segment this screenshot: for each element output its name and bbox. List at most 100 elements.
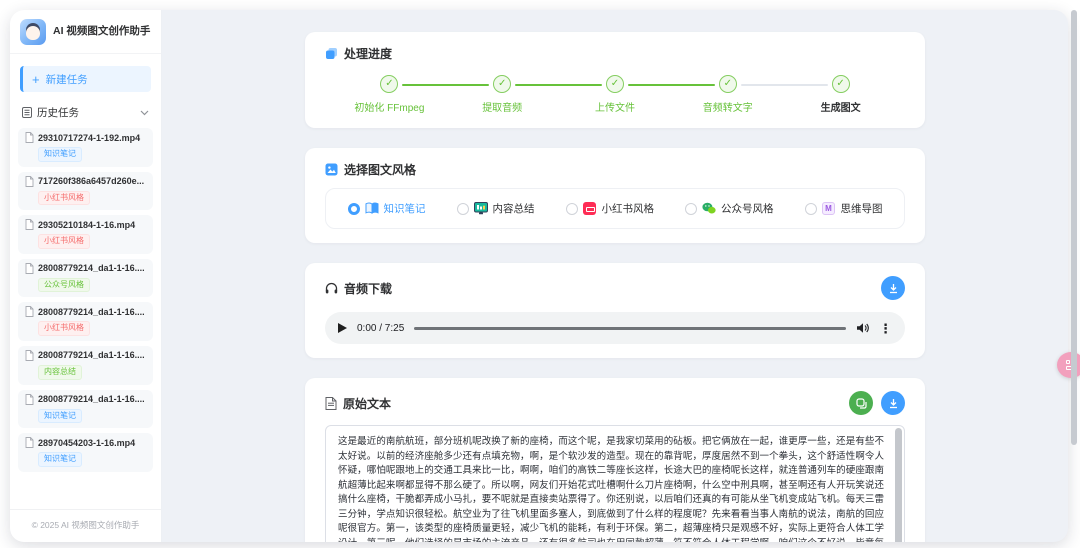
step-generate-content: ✓ 生成图文 [784,75,897,114]
image-icon [325,163,338,176]
xiaohongshu-icon [583,202,597,216]
file-icon [25,394,34,405]
main-area: 处理进度 ✓ 初始化 FFmpeg ✓ 提取音频 ✓ 上传文件 [162,10,1068,542]
task-tag: 小红书风格 [38,321,90,336]
step-check-icon: ✓ [380,75,398,93]
monitor-icon [474,202,488,216]
transcript-scrollbar[interactable] [895,428,902,542]
sidebar-footer: © 2025 AI 视频图文创作助手 [10,509,161,542]
copy-icon [856,398,867,409]
file-icon [25,263,34,274]
style-option-xiaohongshu[interactable]: 小红书风格 [566,201,655,216]
task-tag: 公众号风格 [38,278,90,293]
wechat-icon [702,202,716,216]
task-name: 28008779214_da1-1-16.... [38,394,145,404]
step-check-icon: ✓ [606,75,624,93]
task-name: 28008779214_da1-1-16.... [38,263,145,273]
step-upload-file: ✓ 上传文件 [559,75,672,114]
task-name: 717260f386a6457d260e... [38,176,144,186]
progress-card: 处理进度 ✓ 初始化 FFmpeg ✓ 提取音频 ✓ 上传文件 [305,32,925,128]
radio-unselected[interactable] [566,203,578,215]
step-check-icon: ✓ [493,75,511,93]
audio-time: 0:00 / 7:25 [357,323,404,334]
progress-stepper: ✓ 初始化 FFmpeg ✓ 提取音频 ✓ 上传文件 ✓ 音频转文字 [325,75,905,114]
audio-progress-track[interactable] [414,327,846,330]
file-icon [25,306,34,317]
transcript-text: 这是最近的南航航班，部分班机呢改换了新的座椅，而这个呢，是我家切菜用的砧板。把它… [338,435,884,542]
file-icon [25,350,34,361]
progress-title: 处理进度 [344,45,392,62]
transcript-card: 原始文本 这是最近的南航航班，部分班机呢改换了新的座椅，而这个呢，是我家切菜用的… [305,378,925,542]
step-audio-to-text: ✓ 音频转文字 [671,75,784,114]
task-list-item[interactable]: 28008779214_da1-1-16.... 小红书风格 [18,302,153,341]
style-option-knowledge-note[interactable]: 知识笔记 [348,201,426,216]
file-icon [25,132,34,143]
task-list-item[interactable]: 28008779214_da1-1-16.... 公众号风格 [18,259,153,298]
transcript-download-button[interactable] [881,391,905,415]
copy-text-button[interactable] [849,391,873,415]
style-option-wechat-official[interactable]: 公众号风格 [685,201,774,216]
task-name: 29305210184-1-16.mp4 [38,220,135,230]
sidebar-header: AI 视频图文创作助手 [10,10,161,54]
sidebar: AI 视频图文创作助手 + 新建任务 历史任务 29310717274-1-19… [10,10,162,542]
task-list-item[interactable]: 28008779214_da1-1-16.... 知识笔记 [18,390,153,429]
task-tag: 知识笔记 [38,409,82,424]
list-icon [22,107,32,118]
style-option-mindmap[interactable]: M 思维导图 [805,201,883,216]
task-name: 29310717274-1-192.mp4 [38,133,140,143]
page-scrollbar[interactable] [1071,10,1077,445]
style-select-card: 选择图文风格 知识笔记 内容总 [305,148,925,243]
file-icon [25,219,34,230]
audio-card: 音频下载 0:00 / 7:25 ⋮ [305,263,925,358]
notebook-icon [365,202,379,216]
app-title: AI 视频图文创作助手 [53,25,150,38]
task-list-item[interactable]: 28970454203-1-16.mp4 知识笔记 [18,433,153,472]
task-list-item[interactable]: 28008779214_da1-1-16.... 内容总结 [18,346,153,385]
file-icon [25,437,34,448]
layers-icon [325,47,338,60]
radio-selected[interactable] [348,203,360,215]
new-task-button[interactable]: + 新建任务 [20,66,151,92]
headphones-icon [325,282,338,295]
task-name: 28008779214_da1-1-16.... [38,350,145,360]
transcript-title: 原始文本 [343,395,391,412]
task-tag: 内容总结 [38,365,82,380]
file-icon [25,176,34,187]
transcript-box: 这是最近的南航航班，部分班机呢改换了新的座椅，而这个呢，是我家切菜用的砧板。把它… [325,425,905,542]
task-name: 28970454203-1-16.mp4 [38,438,135,448]
task-list-item[interactable]: 29310717274-1-192.mp4 知识笔记 [18,128,153,167]
style-option-content-summary[interactable]: 内容总结 [457,201,535,216]
radio-unselected[interactable] [805,203,817,215]
new-task-label: 新建任务 [46,72,88,87]
step-init-ffmpeg: ✓ 初始化 FFmpeg [333,75,446,114]
mindmap-icon: M [822,202,836,216]
play-icon[interactable] [338,323,347,333]
chevron-down-icon [140,110,149,116]
style-select-title: 选择图文风格 [344,161,416,178]
document-icon [325,397,337,410]
radio-unselected[interactable] [457,203,469,215]
volume-icon[interactable] [856,322,869,334]
radio-unselected[interactable] [685,203,697,215]
app-logo [20,19,46,45]
history-tasks-header[interactable]: 历史任务 [10,100,161,127]
audio-title: 音频下载 [344,280,392,297]
style-options: 知识笔记 内容总结 小红书风格 [325,188,905,229]
step-check-icon: ✓ [832,75,850,93]
step-extract-audio: ✓ 提取音频 [446,75,559,114]
task-list-item[interactable]: 29305210184-1-16.mp4 小红书风格 [18,215,153,254]
task-tag: 知识笔记 [38,452,82,467]
task-name: 28008779214_da1-1-16.... [38,307,145,317]
app-window: AI 视频图文创作助手 + 新建任务 历史任务 29310717274-1-19… [10,10,1068,542]
audio-player[interactable]: 0:00 / 7:25 ⋮ [325,312,905,344]
task-tag: 知识笔记 [38,147,82,162]
audio-download-button[interactable] [881,276,905,300]
kebab-menu-icon[interactable]: ⋮ [879,322,892,335]
task-tag: 小红书风格 [38,234,90,249]
plus-icon: + [32,73,40,86]
task-list-item[interactable]: 717260f386a6457d260e... 小红书风格 [18,172,153,211]
history-tasks-label: 历史任务 [37,105,79,120]
download-icon [888,283,899,294]
task-tag: 小红书风格 [38,191,90,206]
task-list: 29310717274-1-192.mp4 知识笔记 717260f386a64… [10,127,161,509]
